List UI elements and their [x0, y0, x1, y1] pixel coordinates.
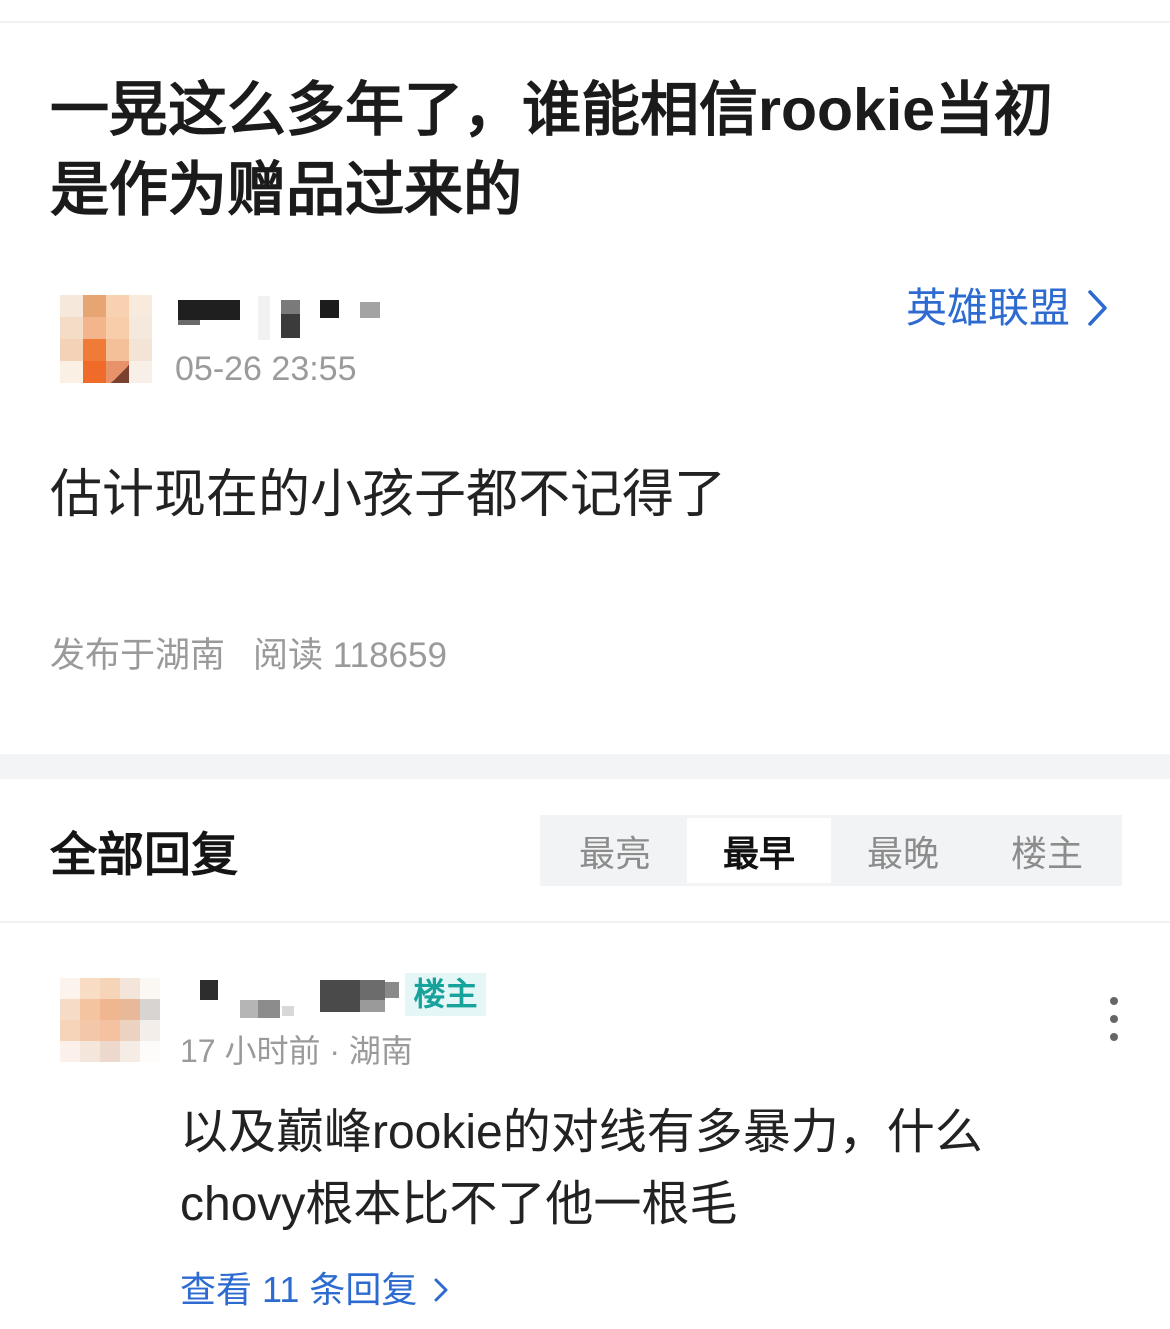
post-meta: 发布于湖南 阅读 118659 — [50, 635, 447, 677]
more-vertical-icon[interactable] — [1104, 992, 1124, 1046]
replies-header: 全部回复 — [50, 828, 238, 881]
avatar-pixel — [100, 1020, 120, 1041]
avatar-pixel — [120, 1041, 140, 1062]
blur-block — [282, 1006, 294, 1016]
avatar-pixel — [80, 1041, 100, 1062]
replies-divider — [0, 921, 1170, 923]
avatar-pixel — [100, 1041, 120, 1062]
blur-block — [360, 980, 385, 1000]
avatar-pixel — [106, 361, 129, 383]
op-badge: 楼主 — [405, 973, 486, 1016]
blur-block — [360, 1000, 385, 1012]
blur-block — [240, 1000, 258, 1018]
avatar-pixel — [60, 361, 83, 383]
top-divider — [0, 21, 1170, 23]
avatar-pixel — [106, 339, 129, 361]
avatar-pixel — [80, 999, 100, 1020]
blur-block — [320, 300, 339, 318]
blur-block — [258, 296, 270, 340]
blur-block — [360, 302, 380, 318]
avatar-pixel — [60, 1041, 80, 1062]
section-separator — [0, 754, 1170, 779]
avatar-pixel — [120, 978, 140, 999]
post-body: 估计现在的小孩子都不记得了 — [50, 466, 727, 524]
forum-label: 英雄联盟 — [906, 285, 1070, 331]
avatar-pixel — [60, 339, 83, 361]
avatar-pixel — [140, 1020, 160, 1041]
blur-block — [178, 300, 240, 320]
avatar-pixel — [129, 361, 152, 383]
chevron-right-icon — [433, 1277, 449, 1303]
avatar-pixel — [129, 317, 152, 339]
read-count: 阅读 118659 — [253, 636, 447, 675]
sort-tab-op-only[interactable]: 楼主 — [975, 818, 1119, 883]
avatar-pixel — [140, 999, 160, 1020]
post-time: 05-26 23:55 — [175, 350, 357, 388]
sort-tab-earliest[interactable]: 最早 — [687, 818, 831, 883]
avatar-pixel — [60, 295, 83, 317]
avatar-pixel — [120, 999, 140, 1020]
view-replies-label: 查看 11 条回复 — [180, 1269, 418, 1310]
avatar-pixel — [80, 1020, 100, 1041]
avatar-pixel — [80, 978, 100, 999]
post-title: 一晃这么多年了，谁能相信rookie当初是作为赠品过来的 — [50, 77, 1054, 223]
blur-block — [258, 1000, 280, 1018]
blur-block — [320, 980, 360, 1012]
blur-block — [178, 320, 200, 325]
reply-sort-control: 最亮 最早 最晚 楼主 — [540, 815, 1122, 886]
sort-tab-brightest[interactable]: 最亮 — [543, 818, 687, 883]
avatar-pixel — [83, 317, 106, 339]
reply-text[interactable]: 以及巅峰rookie的对线有多暴力，什么chovy根本比不了他一根毛 — [180, 1097, 1060, 1241]
blur-block — [281, 300, 300, 314]
avatar-pixel — [140, 1041, 160, 1062]
published-location: 发布于湖南 — [50, 636, 226, 675]
avatar-pixel — [60, 999, 80, 1020]
avatar-pixel — [120, 1020, 140, 1041]
sort-tab-latest[interactable]: 最晚 — [831, 818, 975, 883]
avatar-pixel — [106, 317, 129, 339]
reply-meta: 17 小时前 · 湖南 — [180, 1033, 413, 1069]
avatar-pixel — [60, 978, 80, 999]
avatar-pixel — [83, 361, 106, 383]
forum-link[interactable]: 英雄联盟 — [906, 284, 1108, 332]
avatar-pixel — [129, 295, 152, 317]
avatar-pixel — [60, 317, 83, 339]
avatar-pixel — [83, 339, 106, 361]
chevron-right-icon — [1086, 288, 1108, 328]
avatar-pixel — [106, 295, 129, 317]
view-replies-link[interactable]: 查看 11 条回复 — [180, 1268, 449, 1312]
author-avatar[interactable] — [60, 295, 152, 383]
reply-author-name-redacted[interactable] — [190, 976, 402, 1020]
avatar-pixel — [100, 978, 120, 999]
avatar-pixel — [83, 295, 106, 317]
blur-block — [385, 982, 399, 998]
reply-avatar[interactable] — [60, 978, 160, 1062]
avatar-pixel — [60, 1020, 80, 1041]
blur-block — [200, 980, 218, 1000]
avatar-pixel — [100, 999, 120, 1020]
author-name-redacted[interactable] — [175, 296, 385, 342]
avatar-pixel — [140, 978, 160, 999]
avatar-pixel — [129, 339, 152, 361]
blur-block — [281, 314, 300, 338]
